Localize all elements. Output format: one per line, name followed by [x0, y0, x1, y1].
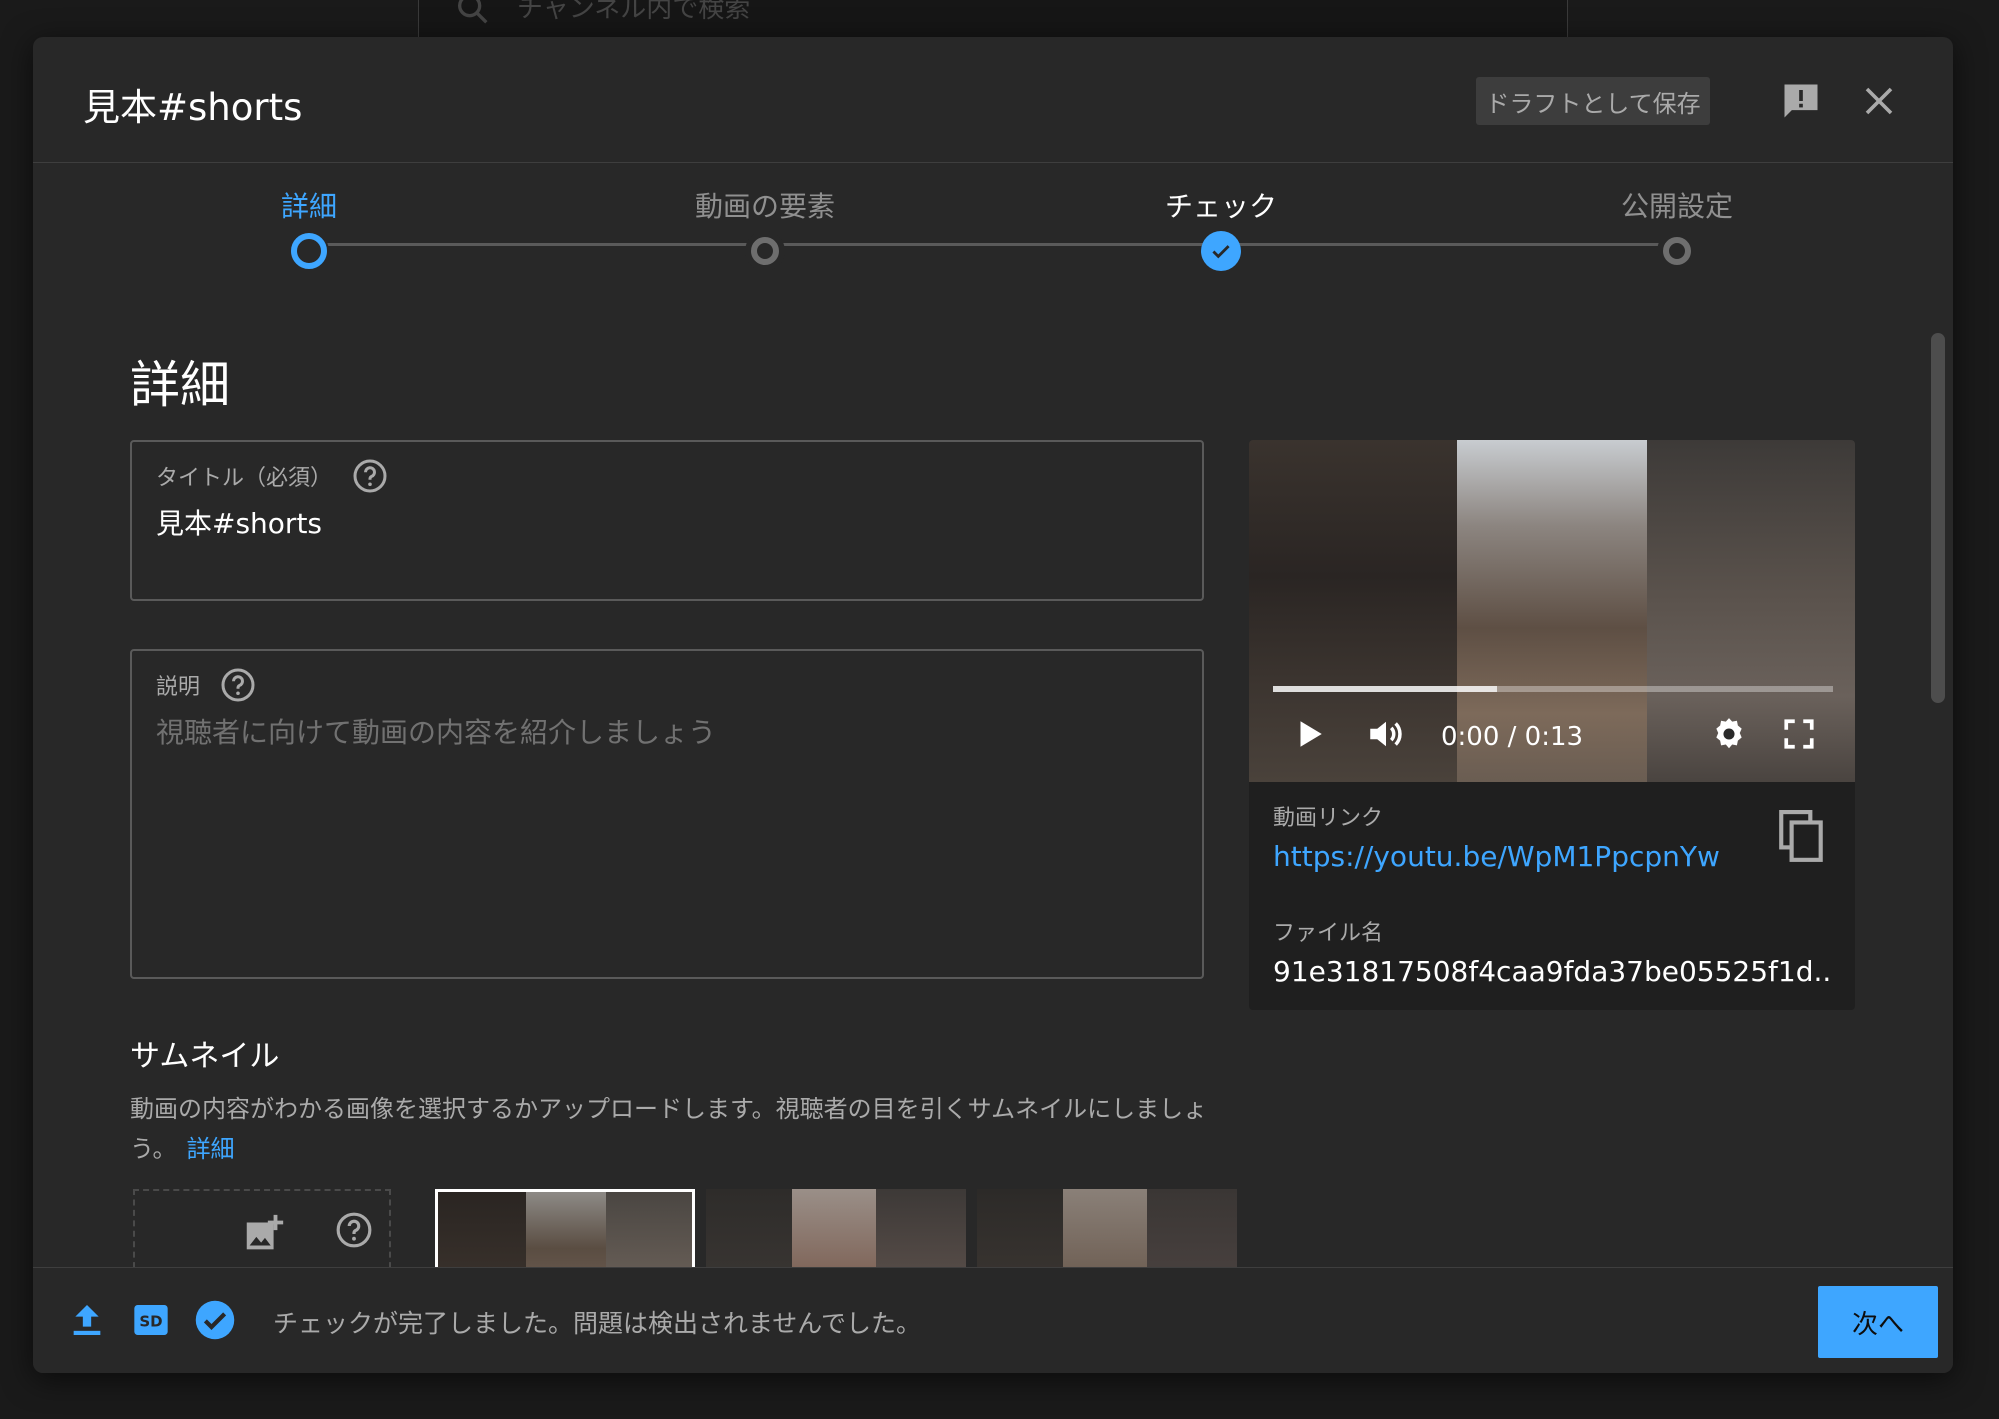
settings-icon[interactable]: [1709, 714, 1749, 754]
fullscreen-icon[interactable]: [1779, 714, 1819, 754]
feedback-icon[interactable]: [1777, 77, 1825, 125]
video-player[interactable]: 0:00 / 0:13: [1249, 440, 1855, 782]
thumbnail-learn-more-link[interactable]: 詳細: [187, 1135, 235, 1163]
title-field[interactable]: タイトル（必須） 見本#shorts: [130, 440, 1204, 601]
check-status-text: チェックが完了しました。問題は検出されませんでした。: [273, 1309, 922, 1338]
background-search-placeholder: チャンネル内で検索: [517, 0, 751, 24]
filename-label: ファイル名: [1273, 921, 1384, 946]
title-input[interactable]: 見本#shorts: [156, 502, 1156, 542]
description-input[interactable]: 視聴者に向けて動画の内容を紹介しましょう: [156, 711, 1156, 751]
description-field-label-row: 説明: [156, 667, 256, 703]
play-icon[interactable]: [1289, 714, 1329, 754]
copy-icon[interactable]: [1779, 810, 1829, 866]
step-dot-active: [289, 231, 329, 271]
step-label: 公開設定: [1620, 190, 1733, 223]
help-icon[interactable]: [352, 458, 388, 494]
stepper-line: [309, 243, 1676, 246]
step-dot: [745, 231, 785, 271]
help-icon[interactable]: [220, 667, 256, 703]
save-draft-button[interactable]: ドラフトとして保存: [1476, 77, 1710, 125]
sd-quality-label: SD: [139, 1313, 162, 1331]
thumbnail-description: 動画の内容がわかる画像を選択するかアップロードします。視聴者の目を引くサムネイル…: [130, 1089, 1220, 1169]
step-label: 詳細: [280, 190, 337, 223]
background-search-bar: チャンネル内で検索: [418, 0, 1568, 38]
video-link[interactable]: https://youtu.be/WpM1PpcpnYw: [1273, 840, 1720, 873]
description-field-label: 説明: [156, 675, 201, 700]
upload-stepper: 詳細 動画の要素 チェック 公開設定: [33, 163, 1953, 323]
search-icon: [453, 0, 493, 29]
volume-icon[interactable]: [1363, 714, 1409, 754]
thumbnail-description-text: 動画の内容がわかる画像を選択するかアップロードします。視聴者の目を引くサムネイル…: [130, 1095, 1208, 1163]
video-progress-fill: [1273, 686, 1497, 692]
video-time: 0:00 / 0:13: [1441, 722, 1584, 752]
description-field[interactable]: 説明 視聴者に向けて動画の内容を紹介しましょう: [130, 649, 1204, 979]
dialog-footer: SD チェックが完了しました。問題は検出されませんでした。 次へ: [33, 1267, 1953, 1373]
next-button[interactable]: 次へ: [1818, 1286, 1938, 1358]
step-dot: [1657, 231, 1697, 271]
video-link-label: 動画リンク: [1273, 806, 1384, 831]
title-field-label: タイトル（必須）: [156, 466, 333, 491]
add-photo-icon: [241, 1211, 287, 1261]
sd-quality-icon: SD: [129, 1298, 173, 1342]
help-icon[interactable]: [335, 1211, 373, 1253]
step-dot-checked: [1201, 231, 1241, 271]
dialog-scrollbar[interactable]: [1931, 333, 1945, 703]
check-circle-icon: [193, 1298, 237, 1342]
step-label: 動画の要素: [694, 190, 835, 223]
video-preview-card: 0:00 / 0:13 動画リンク https://youtu.be/WpM1P…: [1249, 440, 1855, 1010]
close-icon[interactable]: [1855, 77, 1903, 125]
upload-dialog: 見本#shorts ドラフトとして保存 詳細 動画の要素 チェック 公開設定 詳…: [33, 37, 1953, 1373]
section-heading: 詳細: [130, 356, 230, 414]
check-icon: [1201, 231, 1241, 271]
step-label: チェック: [1164, 190, 1277, 223]
dialog-header: 見本#shorts ドラフトとして保存: [33, 37, 1953, 163]
filename-value: 91e31817508f4caa9fda37be05525f1d....: [1273, 955, 1833, 988]
thumbnail-heading: サムネイル: [130, 1039, 280, 1074]
upload-icon: [65, 1298, 109, 1342]
title-field-label-row: タイトル（必須）: [156, 458, 388, 494]
dialog-title: 見本#shorts: [83, 86, 303, 129]
video-progress-bar[interactable]: [1273, 686, 1833, 692]
